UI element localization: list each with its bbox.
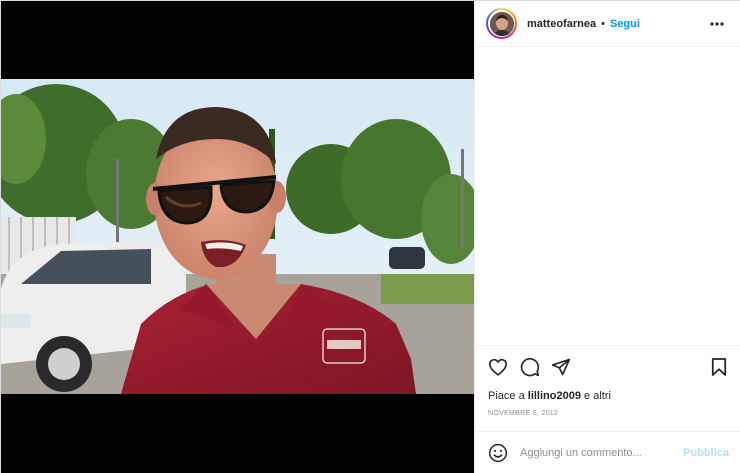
avatar[interactable]: [489, 11, 514, 36]
username-link[interactable]: matteofarnea: [527, 18, 596, 30]
likes-summary: Piace a lillino2009 e altri: [488, 390, 611, 402]
comment-input[interactable]: [520, 447, 670, 459]
bookmark-icon[interactable]: [708, 356, 730, 378]
post-dialog: matteofarnea • Segui Piace a lillino2009…: [0, 0, 740, 473]
post-date[interactable]: NOVEMBRE 6, 2012: [488, 410, 558, 417]
heart-icon[interactable]: [487, 356, 509, 378]
liker-username-link[interactable]: lillino2009: [528, 390, 581, 402]
more-options-icon[interactable]: [708, 15, 726, 33]
comments-area[interactable]: [475, 47, 740, 345]
likes-suffix: e altri: [584, 390, 611, 402]
send-icon[interactable]: [550, 356, 572, 378]
post-header: matteofarnea • Segui: [475, 1, 740, 47]
emoji-icon[interactable]: [488, 443, 508, 463]
avatar-border: [488, 10, 515, 37]
add-comment-bar: Pubblica: [475, 431, 740, 473]
avatar-story-ring[interactable]: [486, 8, 517, 39]
photo-image: [1, 79, 474, 394]
comment-icon[interactable]: [519, 356, 541, 378]
likes-prefix: Piace a: [488, 390, 525, 402]
post-actions: Piace a lillino2009 e altri NOVEMBRE 6, …: [475, 345, 740, 431]
post-media[interactable]: [1, 1, 474, 473]
post-photo[interactable]: [1, 79, 474, 394]
avatar-image: [489, 11, 514, 36]
header-separator: •: [601, 17, 605, 30]
follow-button[interactable]: Segui: [610, 18, 640, 30]
publish-button[interactable]: Pubblica: [683, 447, 729, 459]
post-side-panel: matteofarnea • Segui Piace a lillino2009…: [474, 1, 740, 473]
